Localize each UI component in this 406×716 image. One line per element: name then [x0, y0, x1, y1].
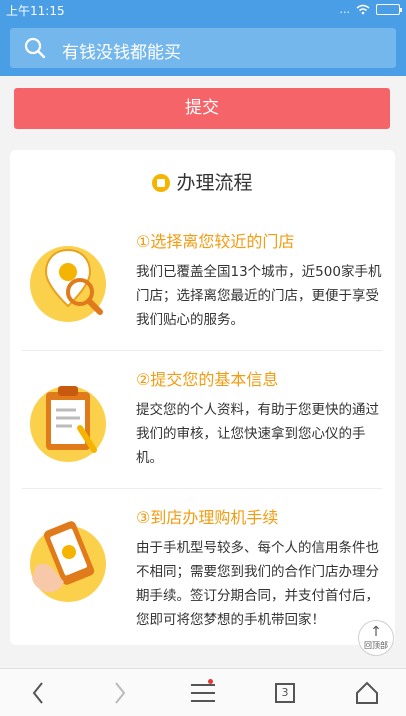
signal-icon: ...	[339, 3, 351, 16]
battery-icon	[376, 4, 402, 15]
chevron-right-icon	[115, 682, 126, 704]
home-button[interactable]	[337, 669, 397, 716]
wifi-icon	[356, 4, 370, 15]
step-title: ③到店办理购机手续	[136, 508, 279, 527]
menu-button[interactable]	[173, 669, 233, 716]
process-title: 办理流程	[10, 168, 395, 195]
search-icon	[24, 37, 46, 59]
back-button[interactable]	[8, 669, 68, 716]
home-icon	[356, 681, 378, 704]
step-description: 提交您的个人资料，有助于您更快的通过我们的审核，让您快速拿到您心仪的手机。	[136, 402, 379, 466]
hand-phone-icon	[30, 521, 106, 602]
step-3: ③到店办理购机手续 由于手机型号较多、每个人的信用条件也不相同；需要您到我们的合…	[10, 496, 395, 633]
header: 有钱没钱都能买	[0, 20, 406, 76]
divider	[22, 488, 382, 489]
step-title: ①选择离您较近的门店	[136, 232, 295, 251]
step-description: 我们已覆盖全国13个城市，近500家手机门店；选择离您最近的门店，更便于享受我们…	[136, 264, 382, 328]
step-2: ②提交您的基本信息 提交您的个人资料，有助于您更快的通过我们的审核，让您快速拿到…	[10, 358, 395, 495]
document-icon	[152, 174, 171, 192]
step-1: ①选择离您较近的门店 我们已覆盖全国13个城市，近500家手机门店；选择离您最近…	[10, 220, 395, 357]
search-input[interactable]: 有钱没钱都能买	[10, 28, 396, 68]
submit-button[interactable]: 提交	[14, 88, 390, 129]
tabs-button[interactable]: 3	[255, 669, 315, 716]
arrow-up-icon: ↑	[370, 624, 382, 640]
clipboard-icon	[30, 386, 106, 462]
step-title: ②提交您的基本信息	[136, 370, 279, 389]
step-description: 由于手机型号较多、每个人的信用条件也不相同；需要您到我们的合作门店办理分期手续。…	[136, 540, 379, 628]
menu-icon	[191, 684, 215, 702]
divider	[22, 350, 382, 351]
notification-dot	[208, 679, 213, 684]
location-pin-icon	[30, 246, 106, 322]
process-card: 办理流程 ①选择离您较近的门店 我们已覆盖全国13个城市，近500家手机门店；选…	[10, 150, 395, 645]
forward-button[interactable]	[90, 669, 150, 716]
status-bar: 上午11:15 ...	[0, 0, 406, 20]
chevron-left-icon	[32, 682, 43, 704]
back-to-top-button[interactable]: ↑ 回顶部	[358, 620, 394, 656]
search-placeholder: 有钱没钱都能买	[62, 43, 181, 63]
browser-toolbar: 3	[0, 668, 406, 716]
status-time: 上午11:15	[6, 4, 65, 18]
tabs-count: 3	[275, 683, 295, 703]
